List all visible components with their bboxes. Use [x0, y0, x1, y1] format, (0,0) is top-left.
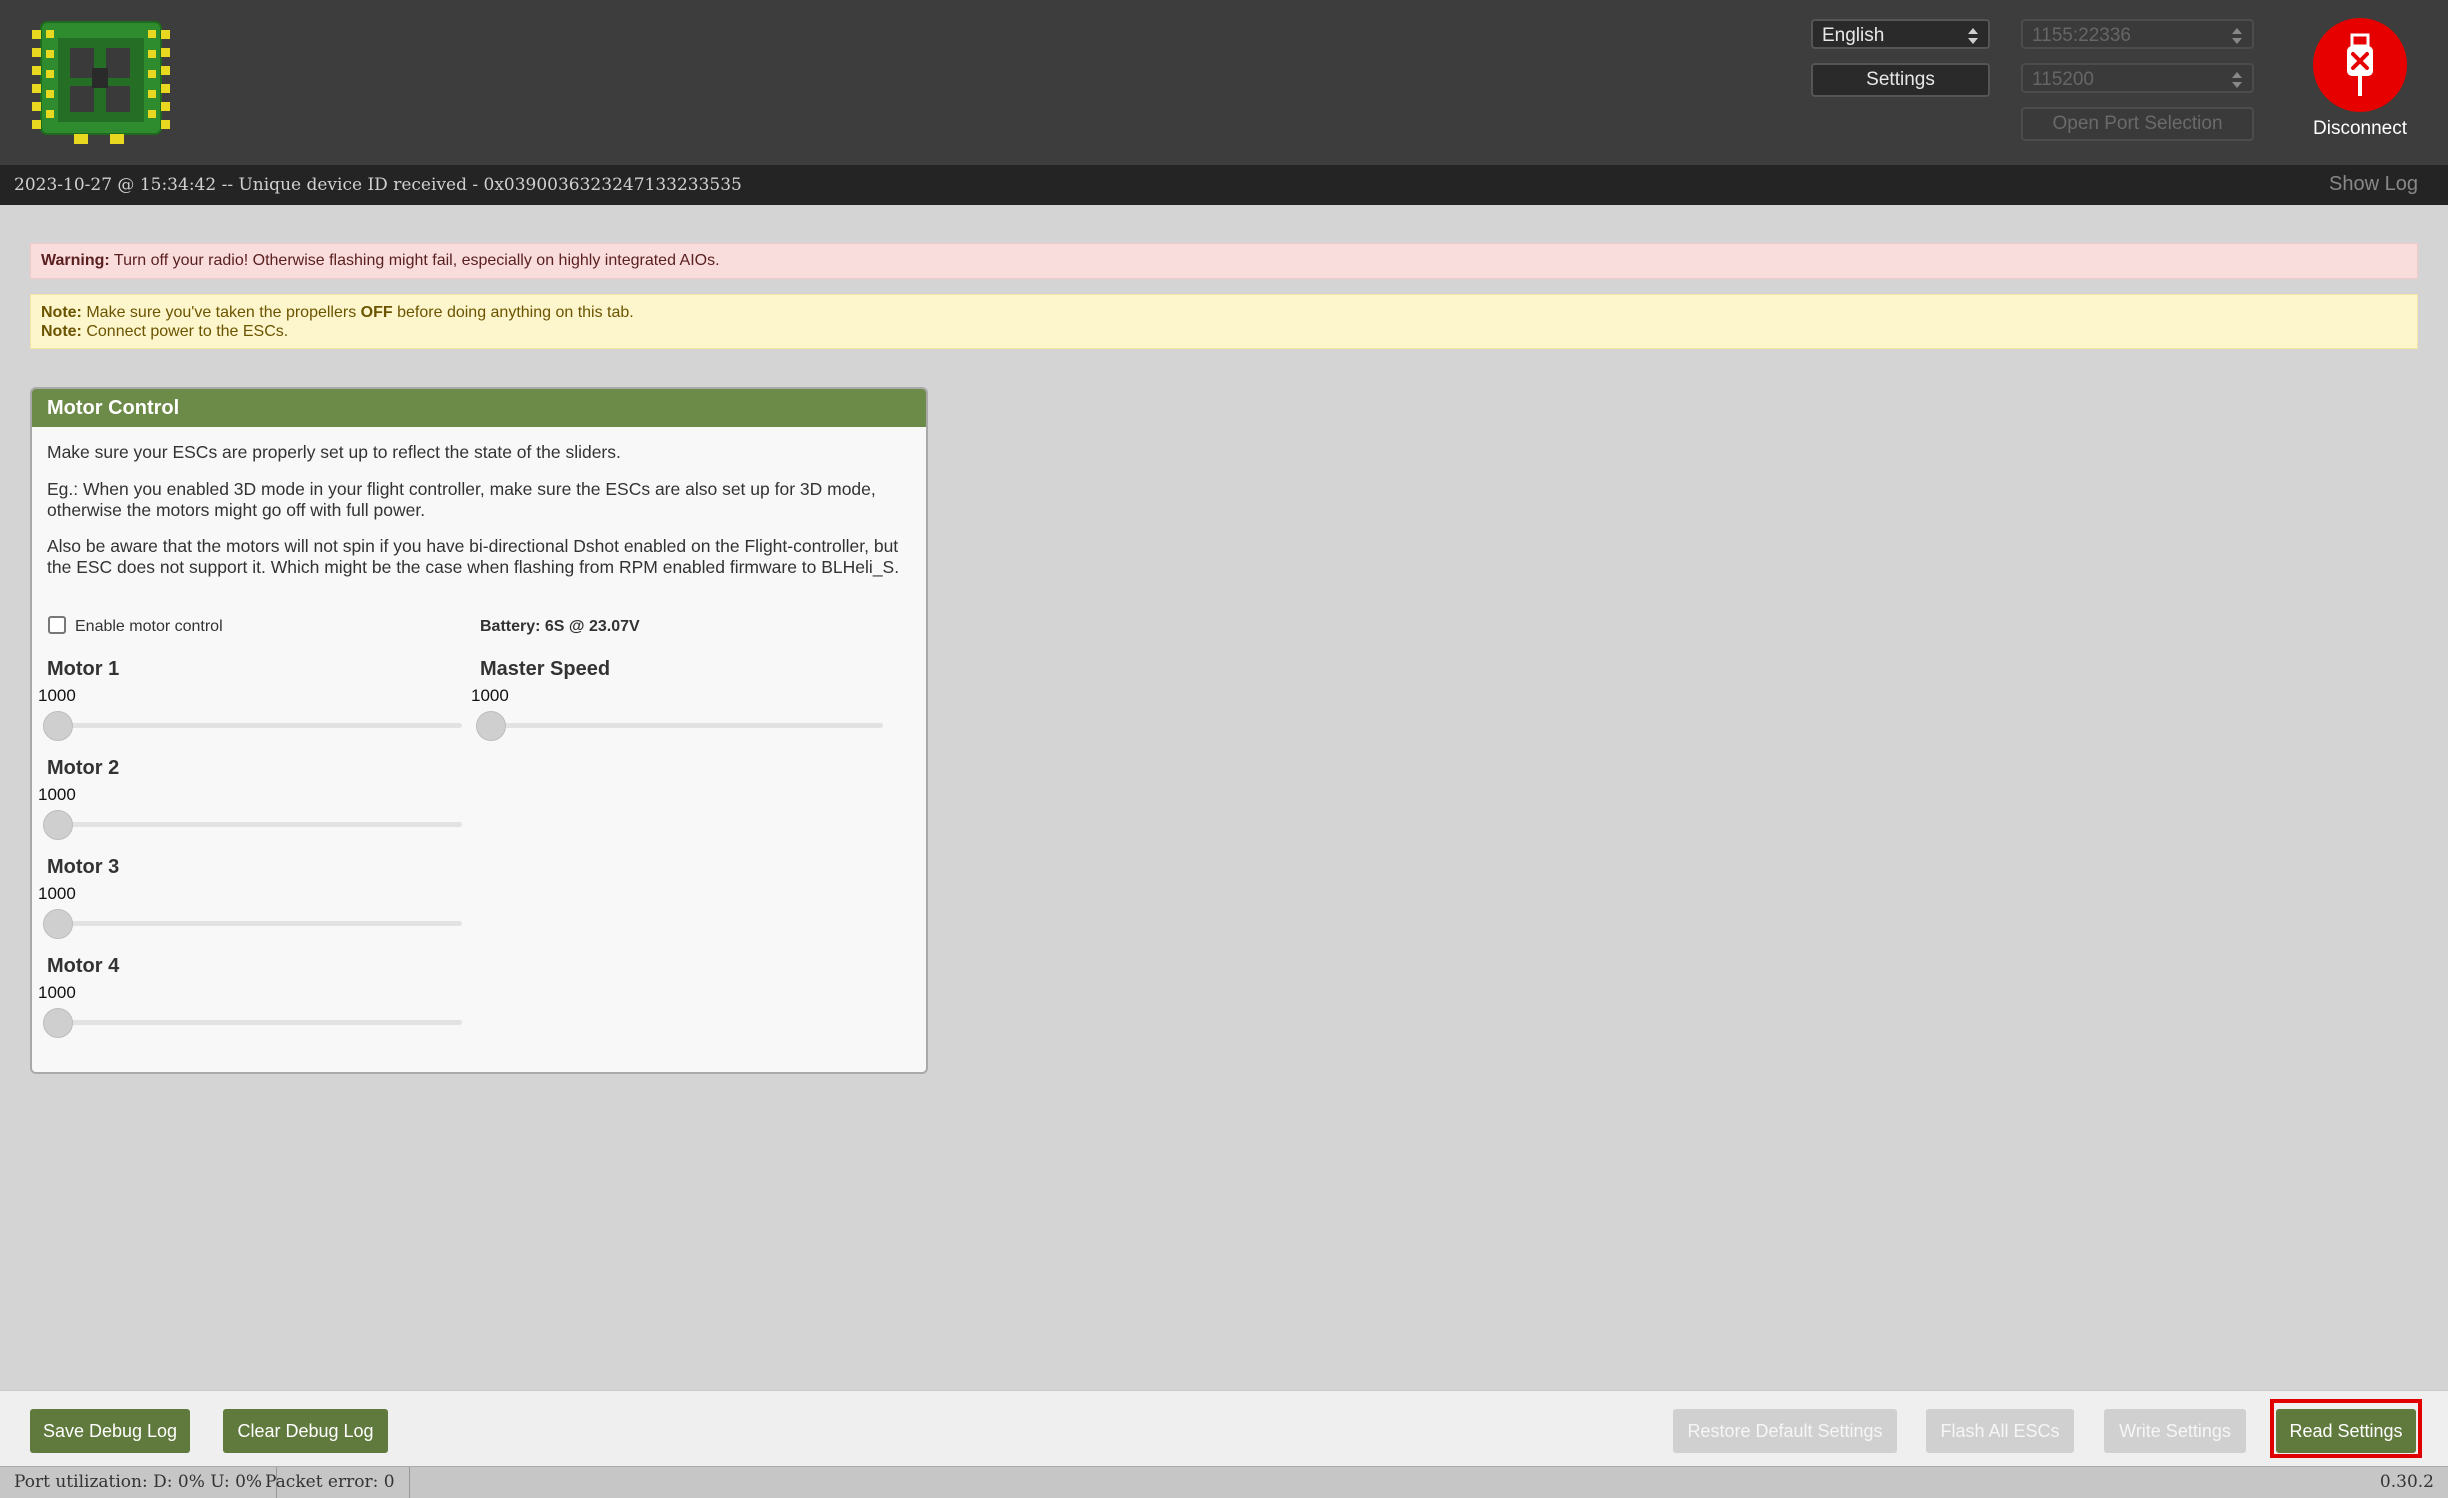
- motor-3-slider-track[interactable]: [48, 921, 462, 926]
- master-speed-slider-track[interactable]: [481, 723, 883, 728]
- battery-status: Battery: 6S @ 23.07V: [480, 618, 640, 635]
- clear-debug-log-button[interactable]: Clear Debug Log: [223, 1409, 388, 1453]
- note-text: before doing anything on this tab.: [397, 304, 634, 321]
- bottom-toolbar: Save Debug Log Clear Debug Log Restore D…: [0, 1390, 2448, 1467]
- motor-4-title: Motor 4: [47, 955, 120, 977]
- note-text: Make sure you've taken the propellers: [86, 304, 357, 321]
- master-speed-title: Master Speed: [480, 658, 611, 680]
- disconnect-label: Disconnect: [2313, 118, 2407, 139]
- motor-3-slider-thumb[interactable]: [43, 909, 73, 939]
- settings-button[interactable]: Settings: [1811, 63, 1990, 97]
- motor-4-slider-track[interactable]: [48, 1020, 462, 1025]
- port-select-value: 1155:22336: [2032, 25, 2131, 46]
- motor-2-title: Motor 2: [47, 757, 120, 779]
- select-arrows-icon: [2232, 72, 2242, 88]
- motor-1-value: 1000: [38, 686, 76, 705]
- motor-4-slider-thumb[interactable]: [43, 1008, 73, 1038]
- port-select[interactable]: 1155:22336: [2021, 19, 2254, 49]
- log-message: 2023-10-27 @ 15:34:42 -- Unique device I…: [14, 175, 742, 195]
- motor-1-slider-track[interactable]: [48, 723, 462, 728]
- motor-3-title: Motor 3: [47, 856, 120, 878]
- flash-all-escs-button[interactable]: Flash All ESCs: [1926, 1409, 2074, 1453]
- enable-motor-control-checkbox[interactable]: [48, 616, 66, 634]
- packet-error: Packet error: 0: [251, 1467, 410, 1498]
- status-bar: Port utilization: D: 0% U: 0% Packet err…: [0, 1466, 2448, 1498]
- select-arrows-icon: [2232, 28, 2242, 44]
- language-select[interactable]: English: [1811, 19, 1990, 49]
- motor-2-value: 1000: [38, 785, 76, 804]
- select-arrows-icon: [1968, 28, 1978, 44]
- motor-4-value: 1000: [38, 983, 76, 1002]
- port-utilization: Port utilization: D: 0% U: 0%: [0, 1467, 278, 1498]
- motor-1-slider-thumb[interactable]: [43, 711, 73, 741]
- warning-text: Turn off your radio! Otherwise flashing …: [113, 252, 720, 269]
- read-settings-highlight: [2270, 1399, 2422, 1458]
- motor-2-slider-thumb[interactable]: [43, 810, 73, 840]
- note-label: Note:: [41, 304, 82, 321]
- open-port-selection-button[interactable]: Open Port Selection: [2021, 107, 2254, 141]
- master-speed-slider-thumb[interactable]: [476, 711, 506, 741]
- language-select-value: English: [1822, 25, 1885, 46]
- disconnect-circle: [2313, 18, 2407, 112]
- info-note: Note: Make sure you've taken the propell…: [30, 294, 2418, 349]
- warning-note: Warning: Turn off your radio! Otherwise …: [30, 243, 2418, 279]
- usb-disconnect-icon: [2347, 33, 2373, 96]
- enable-motor-control-label: Enable motor control: [75, 618, 223, 635]
- note-bold-off: OFF: [360, 304, 393, 321]
- show-log-link[interactable]: Show Log: [2329, 173, 2418, 196]
- note-text: Connect power to the ESCs.: [86, 323, 289, 340]
- app-version: 0.30.2: [2379, 1472, 2434, 1492]
- baud-rate-select-value: 115200: [2032, 69, 2094, 90]
- motor-2-slider-track[interactable]: [48, 822, 462, 827]
- motor-1-title: Motor 1: [47, 658, 120, 680]
- baud-rate-select[interactable]: 115200: [2021, 63, 2254, 93]
- header: English Settings 1155:22336 115200 Open …: [0, 0, 2448, 165]
- note-label: Note:: [41, 323, 82, 340]
- motor-control-title: Motor Control: [32, 389, 926, 427]
- motor-info-text-1: Make sure your ESCs are properly set up …: [47, 442, 621, 462]
- note-line-1: Note: Make sure you've taken the propell…: [41, 303, 2407, 322]
- motor-info-text-2: Eg.: When you enabled 3D mode in your fl…: [47, 479, 876, 520]
- warning-label: Warning:: [41, 252, 110, 269]
- master-speed-value: 1000: [471, 686, 509, 705]
- esc-board-logo-icon: [32, 21, 170, 144]
- log-bar: 2023-10-27 @ 15:34:42 -- Unique device I…: [0, 165, 2448, 205]
- motor-3-value: 1000: [38, 884, 76, 903]
- restore-default-settings-button[interactable]: Restore Default Settings: [1673, 1409, 1897, 1453]
- note-line-2: Note: Connect power to the ESCs.: [41, 322, 2407, 341]
- motor-control-panel: Motor Control Make sure your ESCs are pr…: [30, 387, 928, 1074]
- disconnect-button[interactable]: Disconnect: [2305, 14, 2415, 144]
- write-settings-button[interactable]: Write Settings: [2104, 1409, 2246, 1453]
- save-debug-log-button[interactable]: Save Debug Log: [30, 1409, 190, 1453]
- motor-info-text-3: Also be aware that the motors will not s…: [47, 536, 900, 577]
